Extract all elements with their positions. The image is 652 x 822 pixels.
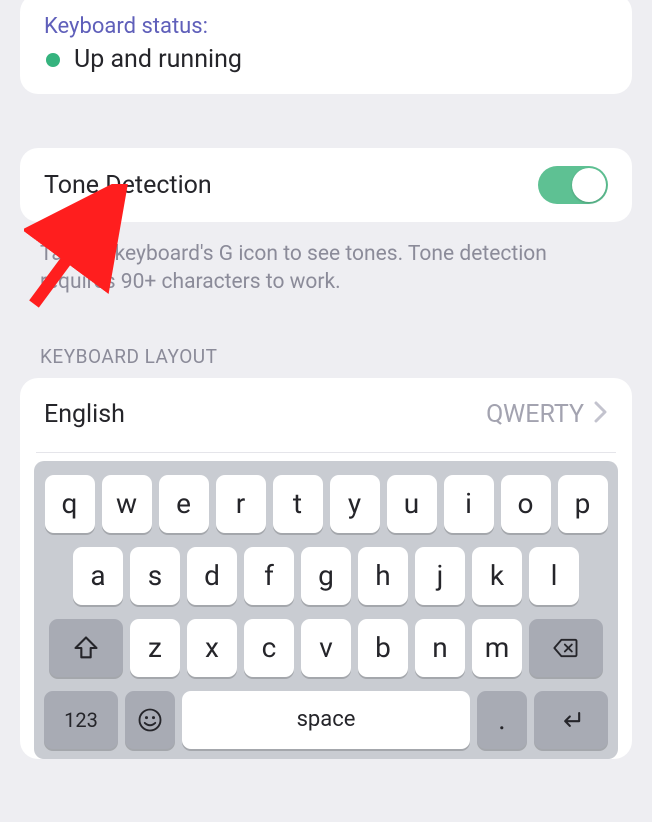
key-d[interactable]: d <box>187 547 237 605</box>
keyboard-row-1: qwertyuiop <box>42 475 610 533</box>
key-e[interactable]: e <box>159 475 209 533</box>
key-y[interactable]: y <box>330 475 380 533</box>
shift-icon <box>72 634 100 662</box>
status-text: Up and running <box>74 45 242 74</box>
keyboard-layout-header: KEYBOARD LAYOUT <box>40 345 612 368</box>
keyboard-row-2: asdfghjkl <box>42 547 610 605</box>
emoji-key[interactable] <box>125 691 175 749</box>
keyboard-layout-card: English QWERTY qwertyuiop asdfghjkl zxcv… <box>20 378 632 759</box>
tone-detection-label: Tone Detection <box>44 171 212 200</box>
return-icon <box>557 706 585 734</box>
key-p[interactable]: p <box>558 475 608 533</box>
layout-row[interactable]: English QWERTY <box>20 378 632 452</box>
key-o[interactable]: o <box>501 475 551 533</box>
key-i[interactable]: i <box>444 475 494 533</box>
layout-language: English <box>44 400 125 429</box>
key-g[interactable]: g <box>301 547 351 605</box>
key-k[interactable]: k <box>472 547 522 605</box>
layout-value-wrap: QWERTY <box>486 400 608 430</box>
shift-key[interactable] <box>49 619 123 677</box>
keyboard-preview: qwertyuiop asdfghjkl zxcvbnm 123 space . <box>34 461 618 759</box>
status-row: Up and running <box>44 45 608 74</box>
key-r[interactable]: r <box>216 475 266 533</box>
tone-detection-row[interactable]: Tone Detection <box>20 148 632 222</box>
key-a[interactable]: a <box>73 547 123 605</box>
status-indicator-dot <box>46 53 60 67</box>
key-f[interactable]: f <box>244 547 294 605</box>
tone-detection-help-text: Tap the keyboard's G icon to see tones. … <box>40 240 612 297</box>
keyboard-status-label: Keyboard status: <box>44 14 608 39</box>
numeric-key[interactable]: 123 <box>44 691 118 749</box>
key-x[interactable]: x <box>187 619 237 677</box>
keyboard-status-card: Keyboard status: Up and running <box>20 0 632 94</box>
keyboard-row-4: 123 space . <box>42 691 610 749</box>
key-b[interactable]: b <box>358 619 408 677</box>
key-q[interactable]: q <box>45 475 95 533</box>
tone-detection-toggle[interactable] <box>538 166 608 204</box>
key-u[interactable]: u <box>387 475 437 533</box>
key-l[interactable]: l <box>529 547 579 605</box>
backspace-key[interactable] <box>529 619 603 677</box>
key-m[interactable]: m <box>472 619 522 677</box>
divider <box>36 452 616 453</box>
key-c[interactable]: c <box>244 619 294 677</box>
key-t[interactable]: t <box>273 475 323 533</box>
keyboard-row-3: zxcvbnm <box>42 619 610 677</box>
key-h[interactable]: h <box>358 547 408 605</box>
chevron-right-icon <box>594 400 608 430</box>
key-j[interactable]: j <box>415 547 465 605</box>
key-n[interactable]: n <box>415 619 465 677</box>
key-s[interactable]: s <box>130 547 180 605</box>
layout-value: QWERTY <box>486 400 584 429</box>
key-v[interactable]: v <box>301 619 351 677</box>
space-key[interactable]: space <box>182 691 470 749</box>
backspace-icon <box>552 634 580 662</box>
return-key[interactable] <box>534 691 608 749</box>
period-key[interactable]: . <box>477 691 527 749</box>
toggle-knob <box>572 168 606 202</box>
emoji-icon <box>136 706 164 734</box>
key-w[interactable]: w <box>102 475 152 533</box>
key-z[interactable]: z <box>130 619 180 677</box>
